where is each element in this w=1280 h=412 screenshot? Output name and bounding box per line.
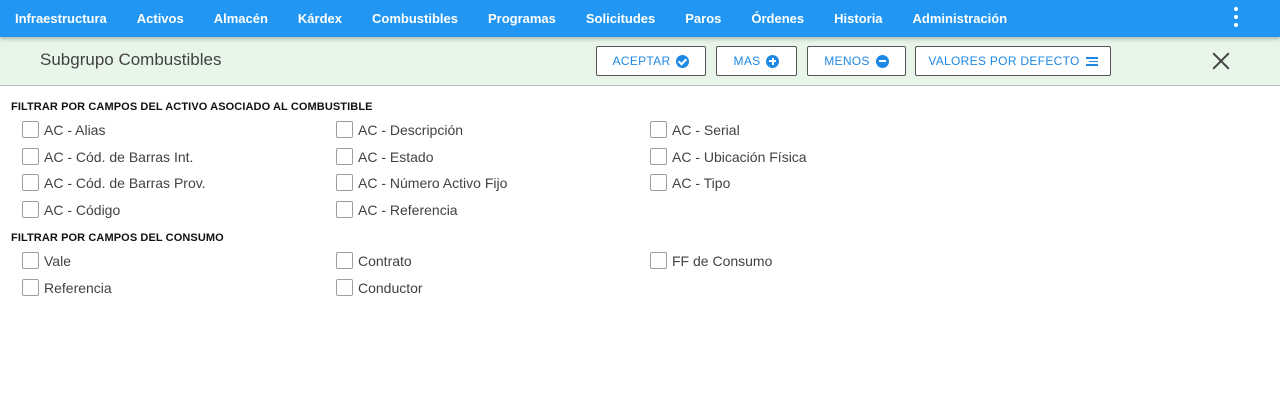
checkbox[interactable]: [336, 279, 353, 296]
checkbox[interactable]: [22, 279, 39, 296]
option-label: AC - Serial: [672, 121, 740, 138]
option-referencia[interactable]: Referencia: [22, 279, 112, 296]
option-vale[interactable]: Vale: [22, 252, 71, 269]
option-label: FF de Consumo: [672, 252, 773, 269]
checkbox[interactable]: [650, 121, 667, 138]
nav-item-kardex[interactable]: Kárdex: [283, 0, 357, 37]
option-label: AC - Descripción: [358, 121, 464, 138]
accept-button-label: ACEPTAR: [612, 54, 671, 68]
checkbox[interactable]: [650, 174, 667, 191]
add-circle-icon: [766, 54, 780, 68]
nav-item-almacen[interactable]: Almacén: [199, 0, 283, 37]
accept-button[interactable]: ACEPTAR: [596, 46, 706, 76]
option-label: AC - Cód. de Barras Prov.: [44, 174, 206, 191]
option-ac-cod-barras-int[interactable]: AC - Cód. de Barras Int.: [22, 148, 193, 165]
checkbox[interactable]: [336, 148, 353, 165]
check-circle-icon: [676, 54, 690, 68]
defaults-button-label: VALORES POR DEFECTO: [928, 54, 1080, 68]
section-title-asset: FILTRAR POR CAMPOS DEL ACTIVO ASOCIADO A…: [11, 101, 373, 113]
option-label: AC - Cód. de Barras Int.: [44, 148, 194, 165]
option-ac-referencia[interactable]: AC - Referencia: [336, 201, 458, 218]
checkbox[interactable]: [22, 252, 39, 269]
checkbox[interactable]: [22, 201, 39, 218]
nav-item-activos[interactable]: Activos: [122, 0, 199, 37]
less-button-label: MENOS: [824, 54, 870, 68]
remove-circle-icon: [875, 54, 889, 68]
nav-item-historia[interactable]: Historia: [819, 0, 897, 37]
checkbox[interactable]: [650, 148, 667, 165]
checkbox[interactable]: [336, 201, 353, 218]
option-label: Contrato: [358, 252, 412, 269]
nav-item-combustibles[interactable]: Combustibles: [357, 0, 473, 37]
option-ac-alias[interactable]: AC - Alias: [22, 121, 105, 138]
checkbox[interactable]: [336, 121, 353, 138]
nav-item-infraestructura[interactable]: Infraestructura: [0, 0, 122, 37]
close-icon[interactable]: [1211, 51, 1231, 71]
checkbox[interactable]: [650, 252, 667, 269]
checkbox[interactable]: [336, 174, 353, 191]
option-label: AC - Estado: [358, 148, 434, 165]
option-label: AC - Ubicación Física: [672, 148, 807, 165]
option-ac-ubicacion-fisica[interactable]: AC - Ubicación Física: [650, 148, 807, 165]
nav-item-ordenes[interactable]: Órdenes: [736, 0, 819, 37]
nav-item-solicitudes[interactable]: Solicitudes: [571, 0, 670, 37]
option-label: AC - Número Activo Fijo: [358, 174, 508, 191]
option-label: Vale: [44, 252, 71, 269]
more-vert-icon[interactable]: [1230, 7, 1242, 27]
option-ac-serial[interactable]: AC - Serial: [650, 121, 740, 138]
option-conductor[interactable]: Conductor: [336, 279, 423, 296]
option-ff-de-consumo[interactable]: FF de Consumo: [650, 252, 772, 269]
option-ac-numero-activo-fijo[interactable]: AC - Número Activo Fijo: [336, 174, 507, 191]
option-label: Conductor: [358, 279, 423, 296]
page-title: Subgrupo Combustibles: [40, 50, 222, 69]
less-button[interactable]: MENOS: [807, 46, 906, 76]
option-ac-codigo[interactable]: AC - Código: [22, 201, 120, 218]
checkbox[interactable]: [22, 174, 39, 191]
option-label: AC - Tipo: [672, 174, 731, 191]
more-button[interactable]: MAS: [716, 46, 797, 76]
option-label: AC - Alias: [44, 121, 106, 138]
option-ac-descripcion[interactable]: AC - Descripción: [336, 121, 463, 138]
checkbox[interactable]: [336, 252, 353, 269]
top-navbar: Infraestructura Activos Almacén Kárdex C…: [0, 0, 1280, 37]
checkbox[interactable]: [22, 121, 39, 138]
option-label: AC - Referencia: [358, 201, 458, 218]
option-ac-estado[interactable]: AC - Estado: [336, 148, 433, 165]
checkbox[interactable]: [22, 148, 39, 165]
option-label: AC - Código: [44, 201, 121, 218]
sort-icon: [1085, 56, 1098, 66]
nav-item-programas[interactable]: Programas: [473, 0, 571, 37]
option-contrato[interactable]: Contrato: [336, 252, 412, 269]
option-label: Referencia: [44, 279, 112, 296]
option-ac-tipo[interactable]: AC - Tipo: [650, 174, 730, 191]
dialog-header: Subgrupo Combustibles ACEPTAR MAS MENOS …: [0, 37, 1280, 86]
option-ac-cod-barras-prov[interactable]: AC - Cód. de Barras Prov.: [22, 174, 206, 191]
more-button-label: MAS: [733, 54, 761, 68]
section-title-consumption: FILTRAR POR CAMPOS DEL CONSUMO: [11, 232, 224, 244]
defaults-button[interactable]: VALORES POR DEFECTO: [915, 46, 1111, 76]
nav-item-administracion[interactable]: Administración: [898, 0, 1023, 37]
nav-item-paros[interactable]: Paros: [670, 0, 736, 37]
